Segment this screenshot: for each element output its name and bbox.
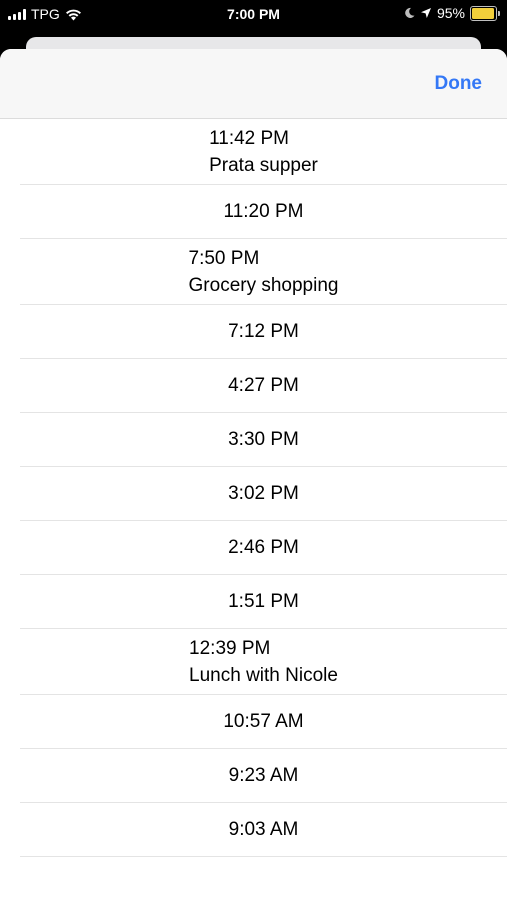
time-list-item-content: 1:51 PM <box>228 588 299 615</box>
time-label: 12:39 PM <box>189 637 271 659</box>
time-list-item-content: 2:46 PM <box>228 534 299 561</box>
event-title: Prata supper <box>209 154 318 176</box>
time-list-item[interactable]: 1:51 PM <box>20 575 507 629</box>
time-list-item-content: 7:12 PM <box>228 318 299 345</box>
time-label: 1:51 PM <box>228 591 299 612</box>
time-label: 9:23 AM <box>228 765 299 786</box>
battery-cap <box>498 10 500 16</box>
time-list-item[interactable]: 3:02 PM <box>20 467 507 521</box>
time-list-item[interactable]: 2:46 PM <box>20 521 507 575</box>
time-list-item-content: 11:42 PM Prata supper <box>209 125 318 179</box>
event-title: Lunch with Nicole <box>189 664 338 686</box>
time-list-item[interactable]: 11:42 PM Prata supper <box>20 119 507 185</box>
time-list-item-content: 3:02 PM <box>228 480 299 507</box>
time-label: 9:03 AM <box>228 819 299 840</box>
time-list-item-content: 9:23 AM <box>229 762 299 789</box>
time-label: 11:42 PM <box>209 127 290 149</box>
time-label: 3:30 PM <box>228 429 299 450</box>
time-list-item-content: 7:50 PM Grocery shopping <box>189 245 339 299</box>
time-label: 11:20 PM <box>223 201 304 222</box>
time-list-item[interactable]: 3:30 PM <box>20 413 507 467</box>
sheet-header: Done <box>0 49 507 119</box>
time-label: 7:50 PM <box>188 247 260 269</box>
time-list-item[interactable]: 4:27 PM <box>20 359 507 413</box>
battery-icon <box>470 5 500 21</box>
time-list-item[interactable]: 11:20 PM <box>20 185 507 239</box>
time-picker-sheet: Done 11:42 PM Prata supper 11:20 PM 7:50 PM… <box>0 49 507 900</box>
location-arrow-icon <box>420 8 431 18</box>
time-list: 11:42 PM Prata supper 11:20 PM 7:50 PM Groce… <box>0 119 507 857</box>
time-label: 4:27 PM <box>228 375 299 396</box>
time-list-item[interactable]: 9:03 AM <box>20 803 507 857</box>
time-list-item-content: 11:20 PM <box>224 198 304 225</box>
battery-percent: 95% <box>436 5 465 21</box>
moon-icon <box>405 7 415 18</box>
time-list-item[interactable]: 7:12 PM <box>20 305 507 359</box>
time-list-item-content: 3:30 PM <box>228 426 299 453</box>
time-list-item-content: 12:39 PM Lunch with Nicole <box>189 635 338 689</box>
time-list-item[interactable]: 9:23 AM <box>20 749 507 803</box>
time-list-item[interactable]: 12:39 PM Lunch with Nicole <box>20 629 507 695</box>
battery-level-fill <box>472 7 494 19</box>
event-title: Grocery shopping <box>188 274 339 296</box>
time-label: 10:57 AM <box>223 711 304 732</box>
time-list-item[interactable]: 7:50 PM Grocery shopping <box>20 239 507 305</box>
time-label: 2:46 PM <box>228 537 299 558</box>
done-button[interactable]: Done <box>435 73 483 95</box>
status-bar: TPG 7:00 PM 95% <box>0 0 507 30</box>
time-list-item-content: 4:27 PM <box>228 372 299 399</box>
time-label: 7:12 PM <box>228 321 299 342</box>
time-label: 3:02 PM <box>228 483 299 504</box>
time-list-item-content: 9:03 AM <box>229 816 299 843</box>
status-right: 95% <box>404 5 500 21</box>
time-list-item[interactable]: 10:57 AM <box>20 695 507 749</box>
time-list-item-content: 10:57 AM <box>223 708 303 735</box>
